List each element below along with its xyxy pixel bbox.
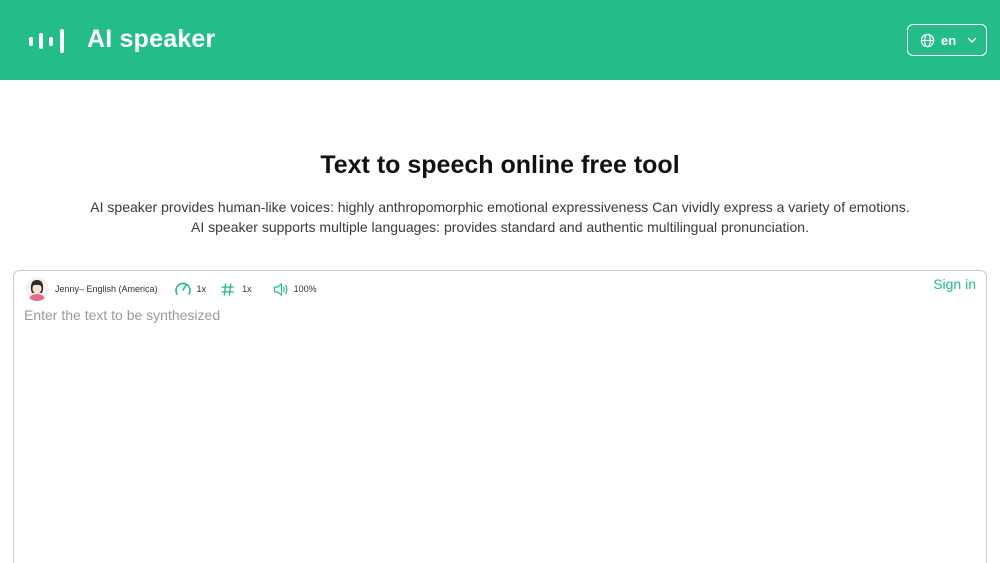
sign-in-link[interactable]: Sign in: [933, 276, 976, 292]
chevron-down-icon: [967, 37, 977, 43]
hash-icon: [221, 282, 234, 296]
voice-name: Jenny– English (America): [55, 284, 158, 294]
language-label: en: [941, 32, 957, 48]
pitch-value: 1x: [242, 284, 252, 294]
pitch-control[interactable]: 1x: [220, 282, 252, 297]
editor-toolbar: Jenny– English (America) 1x 1x 100%: [25, 277, 317, 301]
voice-selector[interactable]: Jenny– English (America): [25, 277, 158, 301]
avatar-icon: [25, 277, 49, 301]
globe-icon: [920, 33, 935, 47]
brand-name[interactable]: AI speaker: [87, 25, 215, 54]
sound-wave-icon[interactable]: [28, 28, 68, 54]
text-input[interactable]: [24, 307, 974, 563]
description-line-2: AI speaker supports multiple languages: …: [191, 219, 809, 235]
volume-value: 100%: [293, 284, 317, 294]
speaker-icon: [273, 282, 288, 296]
description-line-1: AI speaker provides human-like voices: h…: [90, 199, 910, 215]
speedometer-icon: [174, 282, 191, 295]
language-selector[interactable]: en: [907, 24, 987, 56]
page-title: Text to speech online free tool: [320, 151, 680, 179]
speed-control[interactable]: 1x: [174, 280, 207, 298]
header: AI speaker en: [0, 0, 1000, 80]
volume-control[interactable]: 100%: [273, 282, 317, 297]
speed-value: 1x: [196, 284, 207, 294]
text-editor-panel: Jenny– English (America) 1x 1x 100% Sign…: [13, 270, 987, 563]
